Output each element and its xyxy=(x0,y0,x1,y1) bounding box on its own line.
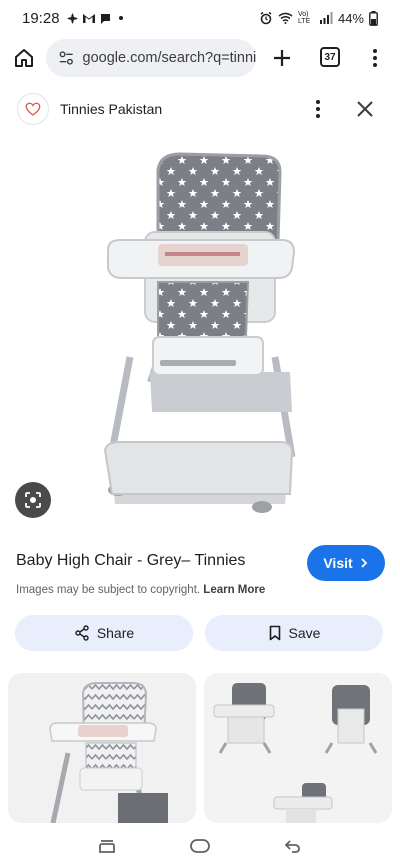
close-icon[interactable] xyxy=(354,98,376,120)
notification-icons xyxy=(66,12,123,25)
save-label: Save xyxy=(288,625,321,641)
share-button[interactable]: Share xyxy=(15,615,193,651)
chat-icon xyxy=(100,13,110,24)
browser-toolbar: google.com/search?q=tinnies 37 xyxy=(0,38,400,78)
more-vertical-icon[interactable] xyxy=(366,46,384,70)
result-title[interactable]: Baby High Chair - Grey– Tinnies xyxy=(16,552,245,570)
signal-icon xyxy=(319,12,333,24)
share-label: Share xyxy=(96,625,135,641)
back-icon[interactable] xyxy=(281,836,305,856)
status-bar: 19:28 Vo) LTE 44% xyxy=(0,0,400,36)
url-text: google.com/search?q=tinnies xyxy=(82,50,256,66)
fan-icon xyxy=(66,12,78,24)
chevron-right-icon xyxy=(361,558,367,568)
share-icon xyxy=(75,625,89,641)
new-tab-icon[interactable] xyxy=(270,46,294,70)
address-bar[interactable]: google.com/search?q=tinnies xyxy=(46,39,256,77)
source-header: Tinnies Pakistan xyxy=(0,90,400,130)
related-image-1[interactable] xyxy=(8,673,196,823)
learn-more-link[interactable]: Learn More xyxy=(203,584,265,596)
bookmark-icon xyxy=(269,625,280,641)
alarm-icon xyxy=(260,11,272,25)
lens-icon[interactable] xyxy=(15,482,51,518)
recents-icon[interactable] xyxy=(95,836,119,856)
home-icon[interactable] xyxy=(12,46,36,70)
high-chair-image xyxy=(103,152,296,513)
wifi-icon xyxy=(278,12,293,24)
status-right: Vo) LTE 44% xyxy=(259,10,378,26)
copyright-text: Images may be subject to copyright. xyxy=(16,584,204,596)
more-options-icon[interactable] xyxy=(310,98,326,120)
source-name[interactable]: Tinnies Pakistan xyxy=(60,101,162,117)
save-button[interactable]: Save xyxy=(205,615,383,651)
system-nav-bar xyxy=(0,826,400,866)
network-label: Vo) LTE xyxy=(297,11,311,25)
related-chair-image-2 xyxy=(213,683,378,823)
battery-icon xyxy=(369,10,378,26)
status-left: 19:28 xyxy=(22,10,123,27)
copyright-notice: Images may be subject to copyright. Lear… xyxy=(16,584,265,596)
status-time: 19:28 xyxy=(22,9,60,27)
tab-switcher-button[interactable]: 37 xyxy=(320,47,340,67)
battery-text: 44% xyxy=(337,10,364,26)
gmail-icon xyxy=(82,14,95,23)
related-chair-image-1 xyxy=(49,682,168,823)
home-nav-icon[interactable] xyxy=(188,836,212,856)
visit-label: Visit xyxy=(323,555,353,571)
product-image[interactable] xyxy=(0,132,400,530)
visit-button[interactable]: Visit xyxy=(307,545,385,581)
related-image-2[interactable] xyxy=(204,673,392,823)
dot-icon xyxy=(118,16,123,20)
source-logo[interactable] xyxy=(17,93,49,125)
site-settings-icon[interactable] xyxy=(58,49,75,67)
